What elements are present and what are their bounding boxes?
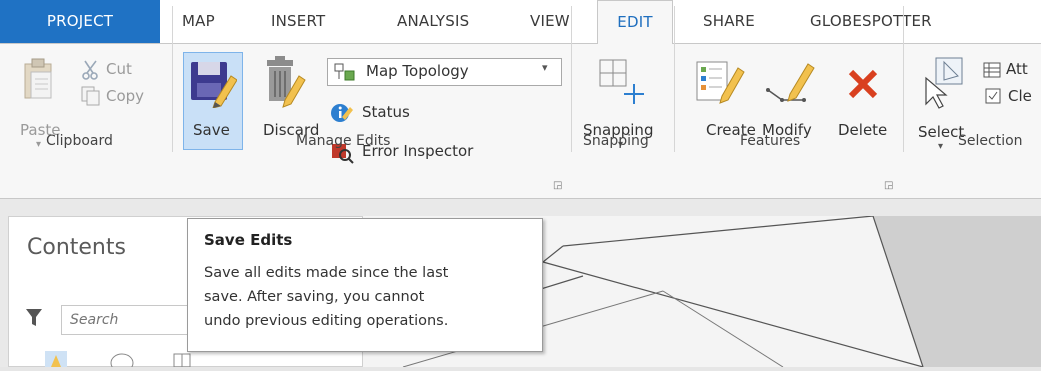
tab-insert[interactable]: INSERT — [271, 0, 325, 43]
contents-title: Contents — [27, 235, 126, 260]
dialog-launcher-icon[interactable]: ◲ — [553, 180, 562, 191]
group-label-manage-edits: Manage Edits — [296, 133, 391, 149]
tab-analysis[interactable]: ANALYSIS — [397, 0, 469, 43]
filter-icon[interactable] — [25, 308, 43, 328]
delete-icon — [848, 69, 878, 99]
tab-share[interactable]: SHARE — [703, 0, 755, 43]
group-label-features: Features — [740, 133, 801, 149]
select-dropdown-arrow[interactable]: ▾ — [938, 141, 943, 152]
map-topology-select[interactable]: Map Topology ▾ — [327, 58, 562, 86]
select-icon — [925, 57, 963, 109]
group-label-snapping: Snapping — [583, 133, 649, 149]
copy-button[interactable]: Copy — [106, 87, 144, 105]
group-label-clipboard: Clipboard — [46, 133, 113, 149]
tab-project[interactable]: PROJECT — [0, 0, 160, 43]
tooltip-line: undo previous editing operations. — [204, 313, 449, 329]
snapping-icon — [599, 59, 644, 104]
attributes-icon — [983, 62, 1001, 78]
paste-dropdown-arrow[interactable]: ▾ — [36, 139, 41, 150]
clear-button[interactable]: Cle — [1008, 87, 1032, 105]
map-topology-value: Map Topology — [366, 62, 469, 80]
delete-button[interactable]: Delete — [838, 121, 887, 139]
discard-icon — [267, 56, 306, 108]
group-divider — [903, 6, 904, 152]
group-divider — [571, 6, 572, 152]
status-button[interactable]: Status — [362, 103, 410, 121]
tab-edit[interactable]: EDIT — [597, 0, 673, 44]
list-by-data-source-icon[interactable] — [109, 353, 135, 367]
group-label-selection: Selection — [958, 133, 1023, 149]
paste-icon — [24, 58, 52, 99]
attributes-button[interactable]: Att — [1006, 60, 1028, 78]
group-divider — [172, 6, 173, 152]
save-edits-tooltip: Save Edits Save all edits made since the… — [187, 218, 543, 352]
clear-selection-icon — [985, 88, 1001, 104]
tooltip-line: Save all edits made since the last — [204, 265, 449, 281]
save-icon — [191, 62, 237, 108]
tab-view[interactable]: VIEW — [530, 0, 570, 43]
tab-map[interactable]: MAP — [182, 0, 215, 43]
topology-icon — [334, 63, 355, 81]
dialog-launcher-icon[interactable]: ◲ — [884, 180, 893, 191]
tooltip-title: Save Edits — [204, 231, 293, 249]
cut-button[interactable]: Cut — [106, 60, 132, 78]
save-button[interactable]: Save — [193, 121, 230, 139]
tooltip-line: save. After saving, you cannot — [204, 289, 425, 305]
chevron-down-icon: ▾ — [542, 61, 548, 74]
cut-icon — [82, 60, 98, 80]
ribbon-tab-bar: PROJECT MAP INSERT ANALYSIS VIEW EDIT SH… — [0, 0, 1041, 44]
list-by-selection-icon[interactable] — [173, 353, 191, 367]
copy-icon — [81, 86, 100, 106]
list-by-drawing-order-icon[interactable] — [45, 351, 67, 367]
tab-globespotter[interactable]: GLOBESPOTTER — [810, 0, 932, 43]
create-features-icon — [696, 61, 745, 104]
contents-search-input[interactable] — [61, 305, 201, 335]
group-divider — [674, 6, 675, 152]
status-icon — [331, 104, 353, 122]
modify-icon — [766, 63, 815, 102]
